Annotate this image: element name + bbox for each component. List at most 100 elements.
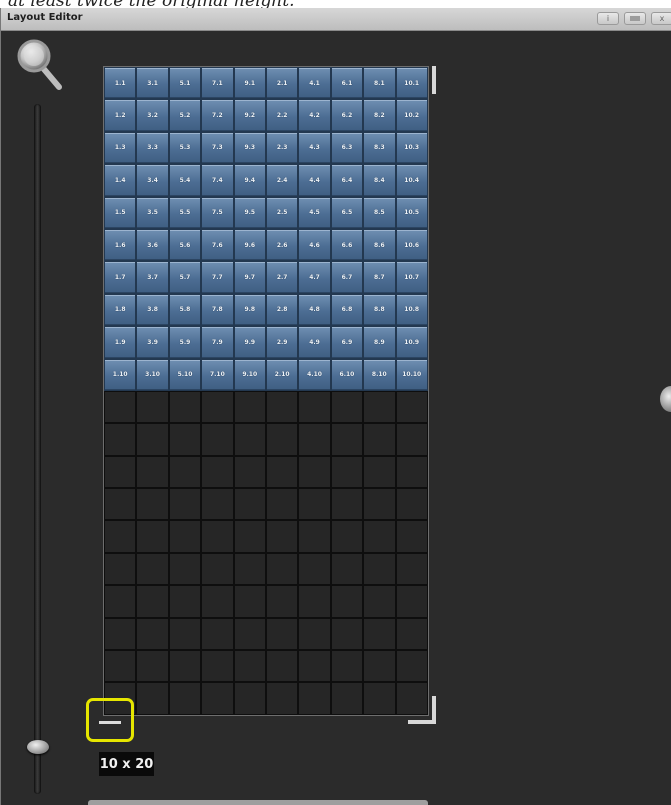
grid-cell-empty[interactable] xyxy=(330,455,364,489)
grid-cell-empty[interactable] xyxy=(168,423,202,456)
grid-cell-filled[interactable]: 10.2 xyxy=(395,99,428,132)
grid-cell-empty[interactable] xyxy=(104,390,137,424)
grid-cell-filled[interactable]: 7.7 xyxy=(201,261,234,294)
grid-cell-empty[interactable] xyxy=(233,455,266,489)
grid-cell-empty[interactable] xyxy=(136,423,169,456)
grid-cell-filled[interactable]: 5.4 xyxy=(168,164,202,197)
grid-cell-empty[interactable] xyxy=(104,585,137,618)
grid-cell-filled[interactable]: 9.8 xyxy=(233,293,266,327)
grid-cell-empty[interactable] xyxy=(363,617,396,651)
grid-cell-filled[interactable]: 3.6 xyxy=(136,228,169,262)
grid-cell-empty[interactable] xyxy=(265,423,299,456)
grid-cell-filled[interactable]: 10.3 xyxy=(395,131,428,165)
grid-cell-empty[interactable] xyxy=(298,552,331,586)
grid-cell-filled[interactable]: 10.4 xyxy=(395,164,428,197)
grid-cell-empty[interactable] xyxy=(330,650,364,683)
grid-cell-empty[interactable] xyxy=(104,488,137,521)
grid-cell-filled[interactable]: 2.2 xyxy=(265,99,299,132)
grid-cell-empty[interactable] xyxy=(136,390,169,424)
grid-cell-filled[interactable]: 1.4 xyxy=(104,164,137,197)
grid-cell-empty[interactable] xyxy=(136,488,169,521)
grid-cell-filled[interactable]: 2.3 xyxy=(265,131,299,165)
grid-cell-filled[interactable]: 2.7 xyxy=(265,261,299,294)
grid-cell-empty[interactable] xyxy=(363,423,396,456)
grid-cell-filled[interactable]: 3.10 xyxy=(136,358,169,391)
grid-cell-filled[interactable]: 5.3 xyxy=(168,131,202,165)
grid-cell-filled[interactable]: 7.8 xyxy=(201,293,234,327)
grid-cell-filled[interactable]: 4.5 xyxy=(298,196,331,229)
grid-cell-empty[interactable] xyxy=(233,650,266,683)
grid-cell-empty[interactable] xyxy=(104,423,137,456)
grid-cell-empty[interactable] xyxy=(395,488,428,521)
grid-cell-empty[interactable] xyxy=(363,552,396,586)
grid-cell-empty[interactable] xyxy=(265,650,299,683)
grid-cell-filled[interactable]: 4.10 xyxy=(298,358,331,391)
grid-cell-empty[interactable] xyxy=(330,552,364,586)
bottom-scrollbar[interactable] xyxy=(88,800,428,805)
grid-cell-filled[interactable]: 2.10 xyxy=(265,358,299,391)
grid-cell-filled[interactable]: 6.4 xyxy=(330,164,364,197)
grid-cell-empty[interactable] xyxy=(363,455,396,489)
grid-cell-empty[interactable] xyxy=(330,520,364,553)
grid-cell-empty[interactable] xyxy=(298,682,331,715)
grid-cell-empty[interactable] xyxy=(233,617,266,651)
grid-cell-filled[interactable]: 4.2 xyxy=(298,99,331,132)
grid-cell-filled[interactable]: 2.6 xyxy=(265,228,299,262)
grid-cell-filled[interactable]: 6.6 xyxy=(330,228,364,262)
grid-cell-filled[interactable]: 6.10 xyxy=(330,358,364,391)
grid-cell-empty[interactable] xyxy=(201,650,234,683)
grid-cell-filled[interactable]: 9.10 xyxy=(233,358,266,391)
grid-cell-filled[interactable]: 3.2 xyxy=(136,99,169,132)
grid-cell-empty[interactable] xyxy=(265,520,299,553)
grid-cell-filled[interactable]: 4.7 xyxy=(298,261,331,294)
grid-cell-filled[interactable]: 5.6 xyxy=(168,228,202,262)
grid-cell-empty[interactable] xyxy=(265,585,299,618)
grid-cell-empty[interactable] xyxy=(136,585,169,618)
grid-cell-empty[interactable] xyxy=(395,390,428,424)
grid-cell-filled[interactable]: 10.6 xyxy=(395,228,428,262)
grid-cell-filled[interactable]: 2.1 xyxy=(265,67,299,100)
grid-cell-empty[interactable] xyxy=(363,585,396,618)
grid-cell-empty[interactable] xyxy=(298,585,331,618)
grid-cell-empty[interactable] xyxy=(395,520,428,553)
grid-cell-empty[interactable] xyxy=(136,650,169,683)
grid-cell-empty[interactable] xyxy=(233,682,266,715)
grid-cell-filled[interactable]: 3.9 xyxy=(136,326,169,359)
grid-cell-filled[interactable]: 8.9 xyxy=(363,326,396,359)
grid-cell-empty[interactable] xyxy=(233,390,266,424)
grid-cell-filled[interactable]: 8.6 xyxy=(363,228,396,262)
grid-cell-filled[interactable]: 5.5 xyxy=(168,196,202,229)
grid-cell-filled[interactable]: 3.3 xyxy=(136,131,169,165)
grid-cell-filled[interactable]: 9.6 xyxy=(233,228,266,262)
grid-cell-filled[interactable]: 8.3 xyxy=(363,131,396,165)
grid-cell-empty[interactable] xyxy=(330,585,364,618)
grid-cell-filled[interactable]: 4.9 xyxy=(298,326,331,359)
grid-cell-empty[interactable] xyxy=(298,455,331,489)
grid-cell-empty[interactable] xyxy=(233,585,266,618)
grid-cell-empty[interactable] xyxy=(265,455,299,489)
grid-cell-empty[interactable] xyxy=(168,488,202,521)
grid-cell-empty[interactable] xyxy=(136,552,169,586)
resize-corner-bottom-right-horizontal[interactable] xyxy=(408,720,436,724)
grid-cell-filled[interactable]: 2.4 xyxy=(265,164,299,197)
grid-cell-filled[interactable]: 10.8 xyxy=(395,293,428,327)
grid-cell-filled[interactable]: 10.10 xyxy=(395,358,428,391)
grid-cell-empty[interactable] xyxy=(265,617,299,651)
grid-cell-empty[interactable] xyxy=(330,488,364,521)
grid-cell-filled[interactable]: 6.2 xyxy=(330,99,364,132)
grid-cell-filled[interactable]: 2.5 xyxy=(265,196,299,229)
grid-cell-filled[interactable]: 9.4 xyxy=(233,164,266,197)
grid-cell-empty[interactable] xyxy=(136,682,169,715)
grid-cell-filled[interactable]: 7.9 xyxy=(201,326,234,359)
info-button[interactable]: i xyxy=(597,12,619,25)
grid-cell-filled[interactable]: 5.8 xyxy=(168,293,202,327)
grid-cell-empty[interactable] xyxy=(395,585,428,618)
resize-handle-highlight[interactable] xyxy=(86,698,134,742)
grid-cell-filled[interactable]: 8.5 xyxy=(363,196,396,229)
grid-cell-filled[interactable]: 5.7 xyxy=(168,261,202,294)
grid-cell-filled[interactable]: 7.6 xyxy=(201,228,234,262)
grid-cell-filled[interactable]: 2.9 xyxy=(265,326,299,359)
magnifier-icon[interactable] xyxy=(16,38,64,90)
grid-cell-empty[interactable] xyxy=(265,552,299,586)
grid-cell-empty[interactable] xyxy=(168,585,202,618)
